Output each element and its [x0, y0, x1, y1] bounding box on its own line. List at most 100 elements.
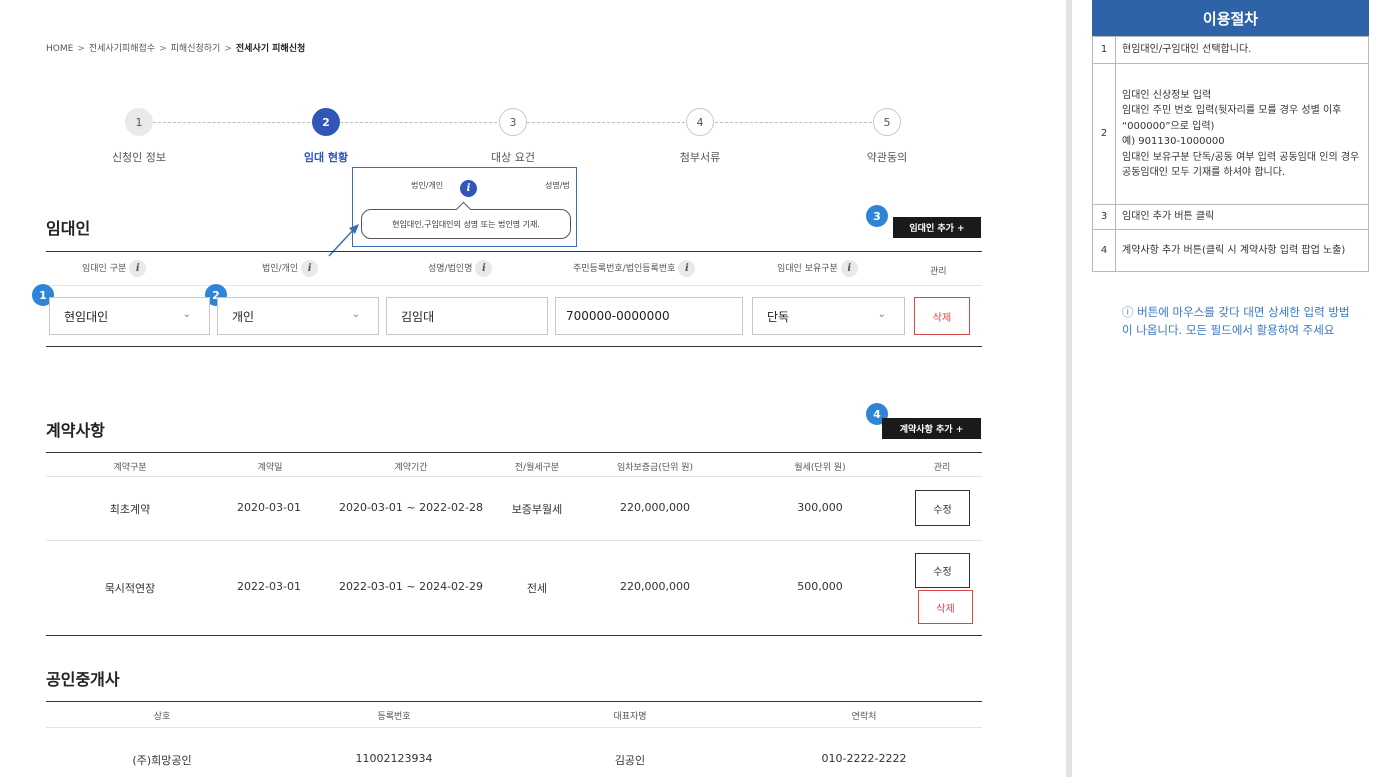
- info-icon[interactable]: i: [301, 260, 319, 277]
- tooltip-text: 현임대인,구임대인의 성명 또는 법인명 기재.: [392, 219, 540, 229]
- cell-kind: 묵시적연장: [104, 582, 156, 595]
- breadcrumb-item[interactable]: 전세사기피해접수: [89, 44, 155, 54]
- procedure-text: 임대인 신상정보 입력 임대인 주민 번호 입력(뒷자리를 모를 경우 성별 이…: [1115, 63, 1369, 205]
- cell-period: 2020-03-01 ~ 2022-02-28: [338, 501, 484, 514]
- table-top-border: [46, 701, 982, 702]
- cell-broker-name: (주)희망공인: [132, 754, 192, 767]
- procedure-line: 임대인 추가 버튼 클릭: [1122, 211, 1215, 223]
- delete-lessor-button[interactable]: 삭제: [914, 297, 970, 335]
- cell-deposit: 220,000,000: [620, 580, 690, 593]
- procedure-num: 1: [1092, 36, 1116, 64]
- breadcrumb-item[interactable]: 피해신청하기: [171, 44, 221, 54]
- info-icon[interactable]: i: [129, 260, 147, 277]
- pointer-arrow-icon: [328, 224, 359, 257]
- lessor-section-title: 임대인: [46, 219, 91, 238]
- delete-contract-button[interactable]: 삭제: [918, 590, 973, 624]
- cell-broker-phone: 010-2222-2222: [821, 752, 907, 765]
- procedure-line: 현임대인/구임대인 선택합니다.: [1122, 44, 1252, 56]
- tooltip-popup: 법인/개인 i 성명/법 현임대인,구임대인의 성명 또는 법인명 기재.: [352, 167, 577, 247]
- table-bottom-border: [46, 635, 982, 636]
- lessor-type-select[interactable]: 현임대인 ⌄: [49, 297, 210, 335]
- procedure-num: 2: [1092, 63, 1116, 205]
- procedure-text: 임대인 추가 버튼 클릭: [1115, 204, 1369, 230]
- row-divider: [46, 540, 982, 541]
- table-top-border: [46, 251, 982, 252]
- table-header-border: [46, 285, 982, 286]
- lessor-corp-select[interactable]: 개인 ⌄: [217, 297, 379, 335]
- cell-broker-rep: 김공인: [614, 754, 646, 767]
- broker-header-rep: 대표자명: [613, 712, 647, 722]
- procedure-text: 현임대인/구임대인 선택합니다.: [1115, 36, 1369, 64]
- edit-contract-button[interactable]: 수정: [915, 490, 970, 526]
- cell-renttype: 전세: [526, 582, 548, 595]
- step-2-circle: 2: [312, 108, 340, 136]
- contract-section-title: 계약사항: [46, 421, 105, 440]
- broker-header-name: 상호: [153, 712, 171, 722]
- procedure-row: 1 현임대인/구임대인 선택합니다.: [1092, 36, 1369, 64]
- breadcrumb-separator: >: [224, 44, 232, 54]
- popup-header-name: 성명/법: [545, 181, 570, 190]
- contract-header-manage: 관리: [933, 463, 951, 473]
- lessor-header-ownership: 임대인 보유구분 i: [777, 260, 858, 277]
- step-1-label: 신청인 정보: [111, 151, 167, 164]
- cell-monthly: 500,000: [797, 580, 843, 593]
- info-icon[interactable]: i: [457, 178, 477, 197]
- table-header-border: [46, 476, 982, 477]
- add-lessor-button[interactable]: 임대인 추가 +: [893, 217, 981, 238]
- breadcrumb-home[interactable]: HOME: [46, 44, 73, 54]
- contract-header-kind: 계약구분: [113, 463, 147, 473]
- select-value: 개인: [232, 309, 255, 324]
- procedure-note: ⓘ 버튼에 마우스를 갖다 대면 상세한 입력 방법이 나옵니다. 모든 필드에…: [1122, 305, 1350, 338]
- cell-broker-reg: 11002123934: [355, 752, 433, 765]
- cell-deposit: 220,000,000: [620, 501, 690, 514]
- step-2-label: 임대 현황: [303, 151, 349, 164]
- select-value: 단독: [767, 309, 790, 324]
- step-connector: [715, 122, 872, 123]
- procedure-row: 4 계약사항 추가 버튼(클릭 시 계약사항 입력 팝업 노출): [1092, 229, 1369, 272]
- cell-kind: 최초계약: [109, 503, 151, 516]
- info-glyph: i: [460, 180, 477, 197]
- procedure-line: 예) 901130-1000000: [1122, 136, 1225, 147]
- lessor-ownership-select[interactable]: 단독 ⌄: [752, 297, 905, 335]
- info-icon[interactable]: i: [475, 260, 493, 277]
- cell-monthly: 300,000: [797, 501, 843, 514]
- edit-contract-button[interactable]: 수정: [915, 553, 970, 588]
- info-icon[interactable]: i: [678, 260, 696, 277]
- main-content: HOME > 전세사기피해접수 > 피해신청하기 > 전세사기 피해신청 1 2 3 4 5…: [0, 0, 1066, 777]
- add-contract-button[interactable]: 계약사항 추가 +: [882, 418, 981, 439]
- contract-header-monthly: 월세(단위 원): [794, 463, 846, 473]
- procedure-line: 임대인 보유구분 단독/공동 여부 입력 공동임대 인의 경우 공동임대인 모두…: [1122, 151, 1360, 179]
- step-4-circle: 4: [686, 108, 714, 136]
- table-header-border: [46, 727, 982, 728]
- header-label: 주민등록번호/법인등록번호: [573, 264, 676, 274]
- lessor-header-name: 성명/법인명 i: [428, 260, 493, 277]
- procedure-line: 임대인 주민 번호 입력(뒷자리를 모를 경우 성별 이후 “000000”으로…: [1122, 105, 1342, 132]
- lessor-idnum-input[interactable]: 700000-0000000: [555, 297, 743, 335]
- step-connector: [527, 122, 685, 123]
- procedure-table: 1 현임대인/구임대인 선택합니다. 2 임대인 신상정보 입력 임대인 주민 …: [1092, 36, 1369, 272]
- broker-header-phone: 연락처: [851, 712, 877, 722]
- broker-section-title: 공인중개사: [46, 670, 120, 689]
- cell-renttype: 보증부월세: [511, 503, 563, 516]
- step-3-label: 대상 요건: [491, 151, 535, 164]
- panel-divider: [1066, 0, 1072, 777]
- chevron-down-icon: ⌄: [182, 309, 191, 320]
- procedure-row: 3 임대인 추가 버튼 클릭: [1092, 204, 1369, 230]
- step-5-circle: 5: [873, 108, 901, 136]
- cell-date: 2020-03-01: [237, 501, 301, 514]
- step-5-label: 약관동의: [866, 151, 908, 164]
- breadcrumb-current: 전세사기 피해신청: [235, 44, 306, 54]
- select-value: 현임대인: [64, 309, 109, 324]
- step-connector: [153, 122, 310, 123]
- procedure-num: 3: [1092, 204, 1116, 230]
- header-label: 법인/개인: [262, 264, 299, 274]
- contract-header-deposit: 임차보증금(단위 원): [616, 463, 694, 473]
- contract-header-renttype: 전/월세구분: [514, 463, 560, 473]
- step-3-circle: 3: [499, 108, 527, 136]
- cell-date: 2022-03-01: [237, 580, 301, 593]
- info-icon[interactable]: i: [840, 260, 858, 277]
- breadcrumb-separator: >: [159, 44, 167, 54]
- header-label: 임대인 보유구분: [777, 264, 838, 274]
- contract-header-period: 계약기간: [394, 463, 428, 473]
- lessor-name-input[interactable]: 김임대: [386, 297, 548, 335]
